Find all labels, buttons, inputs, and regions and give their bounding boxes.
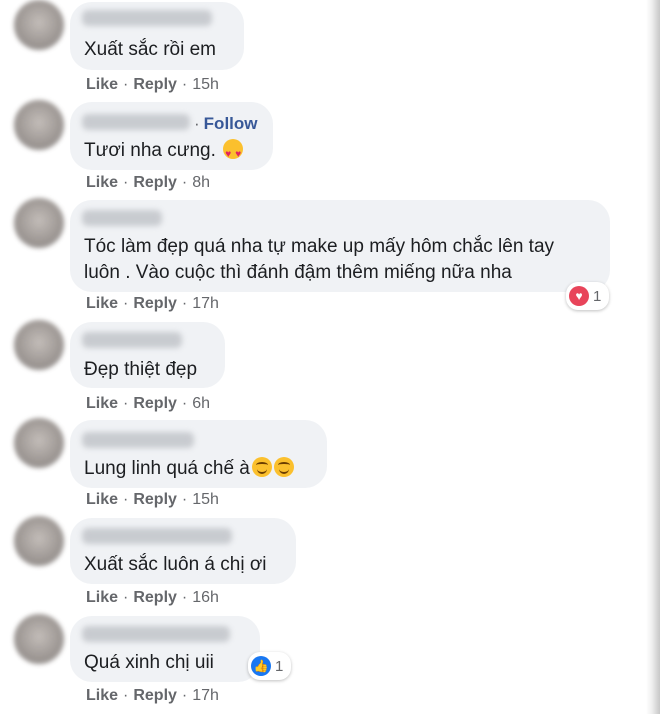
comment-actions: Like · Reply · 16h	[86, 589, 219, 606]
avatar[interactable]	[14, 516, 64, 566]
timestamp[interactable]: 17h	[192, 687, 219, 704]
like-link[interactable]: Like	[86, 174, 118, 191]
commenter-name-blurred[interactable]	[82, 114, 190, 130]
avatar[interactable]	[14, 614, 64, 664]
comment-bubble: Quá xinh chị uii	[70, 616, 260, 682]
like-link[interactable]: Like	[86, 395, 118, 412]
comment-text: Quá xinh chị uii	[84, 652, 214, 673]
comment-text: Lung linh quá chế à	[84, 454, 294, 484]
comment-text: Tươi nha cưng.	[84, 136, 244, 170]
timestamp[interactable]: 15h	[192, 491, 219, 508]
avatar[interactable]	[14, 100, 64, 150]
right-edge-shadow	[646, 0, 660, 714]
comment-text: Xuất sắc luôn á chị ơi	[84, 554, 267, 575]
comment-actions: Like · Reply · 17h	[86, 295, 219, 312]
like-link[interactable]: Like	[86, 295, 118, 312]
love-icon: ♥	[569, 286, 589, 306]
commenter-name-blurred[interactable]	[82, 528, 232, 544]
comment-actions: Like · Reply · 6h	[86, 395, 211, 412]
timestamp[interactable]: 8h	[192, 174, 210, 191]
avatar[interactable]	[14, 320, 64, 370]
timestamp[interactable]: 17h	[192, 295, 219, 312]
timestamp[interactable]: 15h	[192, 76, 219, 93]
commenter-name-blurred[interactable]	[82, 332, 182, 348]
reply-link[interactable]: Reply	[133, 589, 177, 606]
reply-link[interactable]: Reply	[133, 687, 177, 704]
comment-bubble: Xuất sắc rồi em	[70, 2, 244, 70]
reaction-badge[interactable]: 👍 1	[248, 652, 292, 680]
commenter-name-blurred[interactable]	[82, 210, 162, 226]
avatar[interactable]	[14, 198, 64, 248]
thumbs-up-icon: 👍	[251, 656, 271, 676]
like-link[interactable]: Like	[86, 589, 118, 606]
comment-bubble: · Follow Tươi nha cưng.	[70, 102, 273, 170]
smiling-emoji-icon	[251, 457, 272, 477]
commenter-name-blurred[interactable]	[82, 10, 212, 26]
comment-actions: Like · Reply · 8h	[86, 174, 211, 191]
comment-actions: Like · Reply · 17h	[86, 687, 219, 704]
comment-actions: Like · Reply · 15h	[86, 76, 219, 93]
commenter-name-blurred[interactable]	[82, 432, 194, 448]
reply-link[interactable]: Reply	[133, 395, 177, 412]
heart-eyes-emoji-icon	[223, 139, 244, 170]
avatar[interactable]	[14, 0, 64, 50]
reply-link[interactable]: Reply	[133, 295, 177, 312]
comment-bubble: Tóc làm đẹp quá nha tự make up mấy hôm c…	[70, 200, 610, 292]
comment-actions: Like · Reply · 15h	[86, 491, 219, 508]
reply-link[interactable]: Reply	[133, 491, 177, 508]
reaction-count: 1	[275, 657, 284, 675]
like-link[interactable]: Like	[86, 491, 118, 508]
reaction-count: 1	[593, 287, 602, 305]
comment-bubble: Lung linh quá chế à	[70, 420, 327, 488]
comment-bubble: Đẹp thiệt đẹp	[70, 322, 225, 388]
follow-link[interactable]: · Follow	[194, 114, 258, 134]
timestamp[interactable]: 6h	[192, 395, 210, 412]
smiling-emoji-icon	[273, 457, 294, 477]
avatar[interactable]	[14, 418, 64, 468]
commenter-name-blurred[interactable]	[82, 626, 230, 642]
comment-text: Đẹp thiệt đẹp	[84, 359, 198, 380]
timestamp[interactable]: 16h	[192, 589, 219, 606]
reaction-badge[interactable]: ♥ 1	[566, 282, 610, 310]
like-link[interactable]: Like	[86, 76, 118, 93]
comment-text: Xuất sắc rồi em	[84, 39, 216, 60]
reply-link[interactable]: Reply	[133, 174, 177, 191]
like-link[interactable]: Like	[86, 687, 118, 704]
comment-text-line-2: luôn . Vào cuộc thì đánh đậm thêm miếng …	[84, 262, 512, 283]
reply-link[interactable]: Reply	[133, 76, 177, 93]
comment-bubble: Xuất sắc luôn á chị ơi	[70, 518, 296, 584]
